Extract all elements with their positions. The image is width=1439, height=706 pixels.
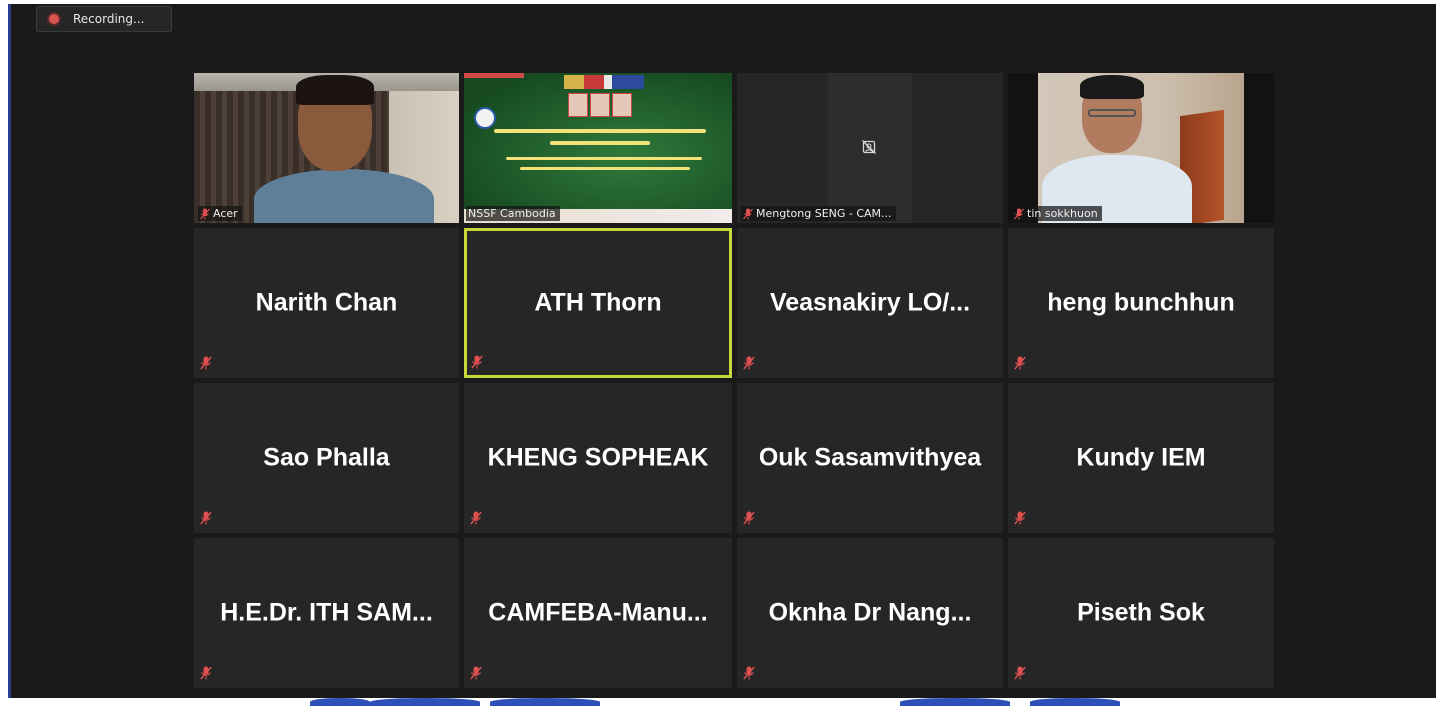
microphone-muted-icon [1014,511,1026,525]
video-person-glasses [1088,109,1136,117]
video-tile-mengtong[interactable]: Mengtong SENG - CAM... [737,73,1003,223]
video-tile-acer[interactable]: Acer [194,73,459,223]
banner-portrait [612,93,632,117]
banner-portrait [590,93,610,117]
participant-name: Piseth Sok [1077,598,1205,627]
window-edge [8,4,11,698]
participant-name: Acer [213,207,238,220]
microphone-muted-icon [743,511,755,525]
participant-name-label: Mengtong SENG - CAM... [741,206,896,221]
participant-name: Ouk Sasamvithyea [758,443,982,472]
participant-name: KHENG SOPHEAK [487,443,709,472]
participant-name: Sao Phalla [263,443,390,472]
banner-flags [564,75,644,89]
recording-indicator[interactable]: Recording... [36,6,172,32]
participant-name: Veasnakiry LO/... [769,288,971,317]
participant-name: Mengtong SENG - CAM... [756,207,892,220]
nssf-logo-icon [474,107,496,129]
gallery-grid: Acer NSSF Cambodia Mengtong SENG - CAM..… [194,73,1274,688]
banner-text-line [506,157,702,160]
video-tile-nssf[interactable]: NSSF Cambodia [464,73,732,223]
watermark-shape [1030,698,1120,706]
participant-tile[interactable]: KHENG SOPHEAK [464,383,732,533]
bottom-watermark [0,698,1439,706]
video-tile-tin-sokkhuon[interactable]: tin sokkhuon [1008,73,1274,223]
participant-name: heng bunchhun [1047,288,1235,317]
watermark-shape [370,698,480,706]
watermark-shape [490,698,600,706]
banner-text-line [494,129,706,133]
banner-portrait [568,93,588,117]
participant-name: Kundy IEM [1076,443,1206,472]
video-person-body [254,169,434,223]
participant-tile[interactable]: Piseth Sok [1008,538,1274,688]
banner-text-line [520,167,690,170]
participant-name-label: NSSF Cambodia [466,206,560,221]
meeting-window: Recording... Acer NSSF Cambodia Mengtong… [8,4,1436,698]
participant-tile[interactable]: Veasnakiry LO/... [737,228,1003,378]
watermark-shape [310,698,370,706]
participant-tile[interactable]: Narith Chan [194,228,459,378]
participant-name: CAMFEBA-Manu... [488,598,708,627]
participant-name-label: tin sokkhuon [1012,206,1102,221]
participant-name-label: Acer [198,206,242,221]
banner-text-line [550,141,650,145]
recording-dot-icon [49,14,59,24]
microphone-muted-icon [200,511,212,525]
participant-name: tin sokkhuon [1027,207,1098,220]
video-person-hair [1080,75,1144,99]
participant-tile[interactable]: Oknha Dr Nang... [737,538,1003,688]
participant-tile[interactable]: CAMFEBA-Manu... [464,538,732,688]
microphone-muted-icon [1014,208,1024,219]
participant-name: Oknha Dr Nang... [768,598,972,627]
participant-tile[interactable]: Kundy IEM [1008,383,1274,533]
participant-tile[interactable]: Sao Phalla [194,383,459,533]
participant-name: NSSF Cambodia [468,207,556,220]
recording-label: Recording... [73,12,145,26]
microphone-muted-icon [743,356,755,370]
microphone-muted-icon [1014,666,1026,680]
microphone-muted-icon [743,666,755,680]
microphone-muted-icon [470,511,482,525]
banner-stripe [464,73,524,78]
microphone-muted-icon [200,208,210,219]
microphone-muted-icon [471,355,483,369]
participant-tile[interactable]: H.E.Dr. ITH SAM... [194,538,459,688]
microphone-muted-icon [743,208,753,219]
camera-off-icon [862,140,876,154]
participant-name: ATH Thorn [534,288,662,317]
participant-tile[interactable]: heng bunchhun [1008,228,1274,378]
participant-tile-active-speaker[interactable]: ATH Thorn [464,228,732,378]
microphone-muted-icon [1014,356,1026,370]
microphone-muted-icon [200,666,212,680]
microphone-muted-icon [200,356,212,370]
participant-name: H.E.Dr. ITH SAM... [220,598,433,627]
participant-name: Narith Chan [255,288,398,317]
participant-tile[interactable]: Ouk Sasamvithyea [737,383,1003,533]
watermark-shape [900,698,1010,706]
video-person-hair [296,75,374,105]
microphone-muted-icon [470,666,482,680]
